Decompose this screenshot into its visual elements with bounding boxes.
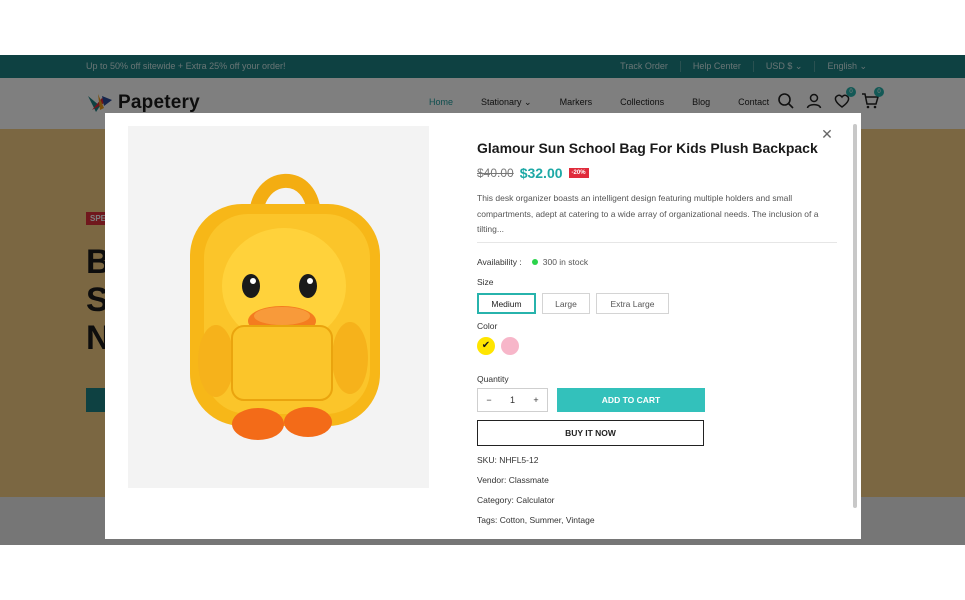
tags-label: Tags: xyxy=(477,515,498,525)
size-options: Medium Large Extra Large xyxy=(477,293,669,314)
category-row: Category: Calculator xyxy=(477,495,555,505)
color-swatch-yellow[interactable]: ✔ xyxy=(477,337,495,355)
color-label: Color xyxy=(477,321,498,331)
decrease-quantity-button[interactable]: − xyxy=(478,395,500,405)
quantity-label: Quantity xyxy=(477,374,509,384)
product-description: This desk organizer boasts an intelligen… xyxy=(477,193,819,234)
buy-it-now-button[interactable]: BUY IT NOW xyxy=(477,420,704,446)
size-option-large[interactable]: Large xyxy=(542,293,590,314)
availability-label: Availability : xyxy=(477,257,522,267)
tags-row: Tags: Cotton, Summer, Vintage xyxy=(477,515,595,525)
quantity-input[interactable]: 1 xyxy=(502,395,524,405)
sku-label: SKU: xyxy=(477,455,497,465)
modal-scrollbar[interactable] xyxy=(851,116,859,536)
tag-link[interactable]: Cotton xyxy=(500,515,525,525)
sku-value: NHFL5-12 xyxy=(499,455,539,465)
color-options: ✔ xyxy=(477,337,519,355)
size-label: Size xyxy=(477,277,494,287)
close-icon[interactable]: ✕ xyxy=(821,127,833,141)
discount-badge: -20% xyxy=(568,168,589,178)
sale-price: $32.00 xyxy=(519,165,563,181)
divider xyxy=(477,242,837,243)
scrollbar-thumb[interactable] xyxy=(853,124,857,508)
price-row: $40.00 $32.00 -20% xyxy=(477,165,589,181)
duck-backpack-illustration xyxy=(190,173,380,440)
size-option-medium[interactable]: Medium xyxy=(477,293,536,314)
sku-row: SKU: NHFL5-12 xyxy=(477,455,538,465)
size-option-extra-large[interactable]: Extra Large xyxy=(596,293,669,314)
availability: Availability : 300 in stock xyxy=(477,257,588,267)
vendor-link[interactable]: Classmate xyxy=(509,475,549,485)
category-link[interactable]: Calculator xyxy=(516,495,554,505)
page-frame: Up to 50% off sitewide + Extra 25% off y… xyxy=(0,55,965,545)
product-image xyxy=(128,126,429,488)
product-title: Glamour Sun School Bag For Kids Plush Ba… xyxy=(477,140,818,156)
color-swatch-pink[interactable] xyxy=(501,337,519,355)
quantity-stepper: − 1 + xyxy=(477,388,548,412)
quick-view-modal: ✕ Glamour Sun School Bag For Kids Plush … xyxy=(105,113,861,539)
vendor-row: Vendor: Classmate xyxy=(477,475,549,485)
stock-text: 300 in stock xyxy=(542,257,589,267)
vendor-label: Vendor: xyxy=(477,475,507,485)
in-stock-dot-icon xyxy=(531,259,538,265)
increase-quantity-button[interactable]: + xyxy=(525,395,547,405)
tag-link[interactable]: Summer xyxy=(529,515,561,525)
checkmark-icon: ✔ xyxy=(481,340,491,351)
original-price: $40.00 xyxy=(477,166,514,180)
category-label: Category: xyxy=(477,495,514,505)
tag-link[interactable]: Vintage xyxy=(566,515,595,525)
add-to-cart-button[interactable]: ADD TO CART xyxy=(557,388,705,412)
